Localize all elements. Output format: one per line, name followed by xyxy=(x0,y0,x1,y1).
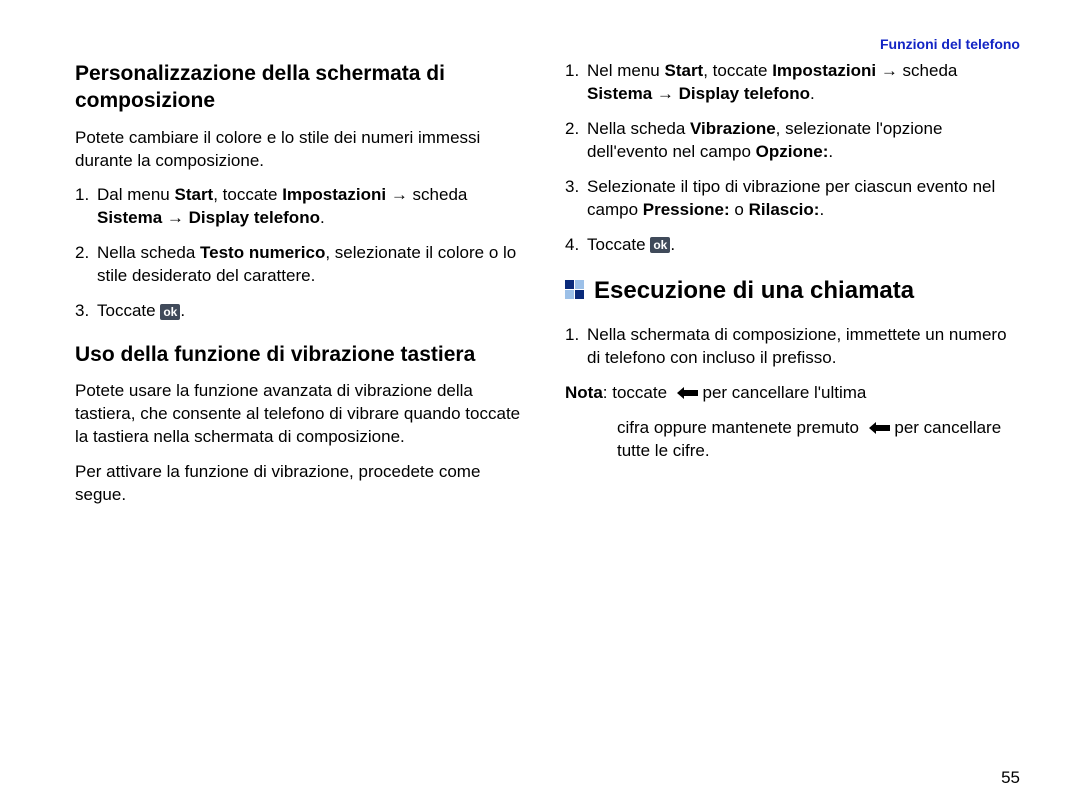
note-block: Nota: toccate per cancellare l'ultima ci… xyxy=(565,382,1020,463)
bold-text: Sistema xyxy=(97,208,162,227)
note-line: cifra oppure mantenete premuto per cance… xyxy=(565,417,1020,463)
bold-text: Rilascio: xyxy=(749,200,820,219)
text: o xyxy=(730,200,749,219)
left-column: Personalizzazione della schermata di com… xyxy=(75,60,530,519)
bold-text: Display telefono xyxy=(679,84,810,103)
text: . xyxy=(810,84,815,103)
bold-text: Impostazioni xyxy=(282,185,386,204)
section-title-call: Esecuzione di una chiamata xyxy=(565,275,1020,306)
steps-vibration: Nel menu Start, toccate Impostazioni → s… xyxy=(565,60,1020,257)
ok-icon: ok xyxy=(650,237,670,253)
bold-text: Vibrazione xyxy=(690,119,776,138)
ok-icon: ok xyxy=(160,304,180,320)
bold-text: Sistema xyxy=(587,84,652,103)
text: . xyxy=(819,200,824,219)
header-section-label: Funzioni del telefono xyxy=(880,36,1020,52)
step-item: Nella scheda Testo numerico, selezionate… xyxy=(75,242,530,288)
intro-text: Potete cambiare il colore e lo stile dei… xyxy=(75,127,530,173)
bold-text: Pressione: xyxy=(643,200,730,219)
bold-text: Start xyxy=(664,61,703,80)
bold-text: Opzione: xyxy=(756,142,829,161)
paragraph: Potete usare la funzione avanzata di vib… xyxy=(75,380,530,449)
subsection-title-customize: Personalizzazione della schermata di com… xyxy=(75,60,530,115)
section-title-text: Esecuzione di una chiamata xyxy=(594,275,914,306)
text: → xyxy=(652,84,678,103)
bold-text: Impostazioni xyxy=(772,61,876,80)
text: Nel menu xyxy=(587,61,664,80)
text: → scheda xyxy=(876,61,957,80)
content-columns: Personalizzazione della schermata di com… xyxy=(75,60,1020,519)
text: per cancellare l'ultima xyxy=(698,383,867,402)
page-number: 55 xyxy=(1001,768,1020,788)
text: Toccate xyxy=(587,235,650,254)
text: Toccate xyxy=(97,301,160,320)
step-item: Toccate ok. xyxy=(75,300,530,323)
text: Dal menu xyxy=(97,185,174,204)
text: . xyxy=(670,235,675,254)
step-item: Dal menu Start, toccate Impostazioni → s… xyxy=(75,184,530,230)
step-item: Nella scheda Vibrazione, selezionate l'o… xyxy=(565,118,1020,164)
step-item: Toccate ok. xyxy=(565,234,1020,257)
text: → scheda xyxy=(386,185,467,204)
steps-customize: Dal menu Start, toccate Impostazioni → s… xyxy=(75,184,530,323)
paragraph: Per attivare la funzione di vibrazione, … xyxy=(75,461,530,507)
step-item: Selezionate il tipo di vibrazione per ci… xyxy=(565,176,1020,222)
bold-text: Nota xyxy=(565,383,603,402)
steps-call: Nella schermata di composizione, immette… xyxy=(565,324,1020,370)
text: . xyxy=(180,301,185,320)
text: → xyxy=(162,208,188,227)
note-line: Nota: toccate per cancellare l'ultima xyxy=(565,382,1020,405)
text: , toccate xyxy=(213,185,282,204)
text: . xyxy=(828,142,833,161)
right-column: Nel menu Start, toccate Impostazioni → s… xyxy=(565,60,1020,519)
backspace-icon xyxy=(672,383,698,402)
bold-text: Start xyxy=(174,185,213,204)
bold-text: Testo numerico xyxy=(200,243,325,262)
text: Nella scheda xyxy=(587,119,690,138)
grid-icon xyxy=(565,280,584,299)
text: . xyxy=(320,208,325,227)
step-item: Nel menu Start, toccate Impostazioni → s… xyxy=(565,60,1020,106)
text: : toccate xyxy=(603,383,672,402)
text: Nella scheda xyxy=(97,243,200,262)
step-item: Nella schermata di composizione, immette… xyxy=(565,324,1020,370)
bold-text: Display telefono xyxy=(189,208,320,227)
text: cifra oppure mantenete premuto xyxy=(617,418,864,437)
text: , toccate xyxy=(703,61,772,80)
subsection-vibration: Uso della funzione di vibrazione tastier… xyxy=(75,341,530,507)
backspace-icon xyxy=(864,418,890,437)
subsection-title-vibration: Uso della funzione di vibrazione tastier… xyxy=(75,341,530,368)
